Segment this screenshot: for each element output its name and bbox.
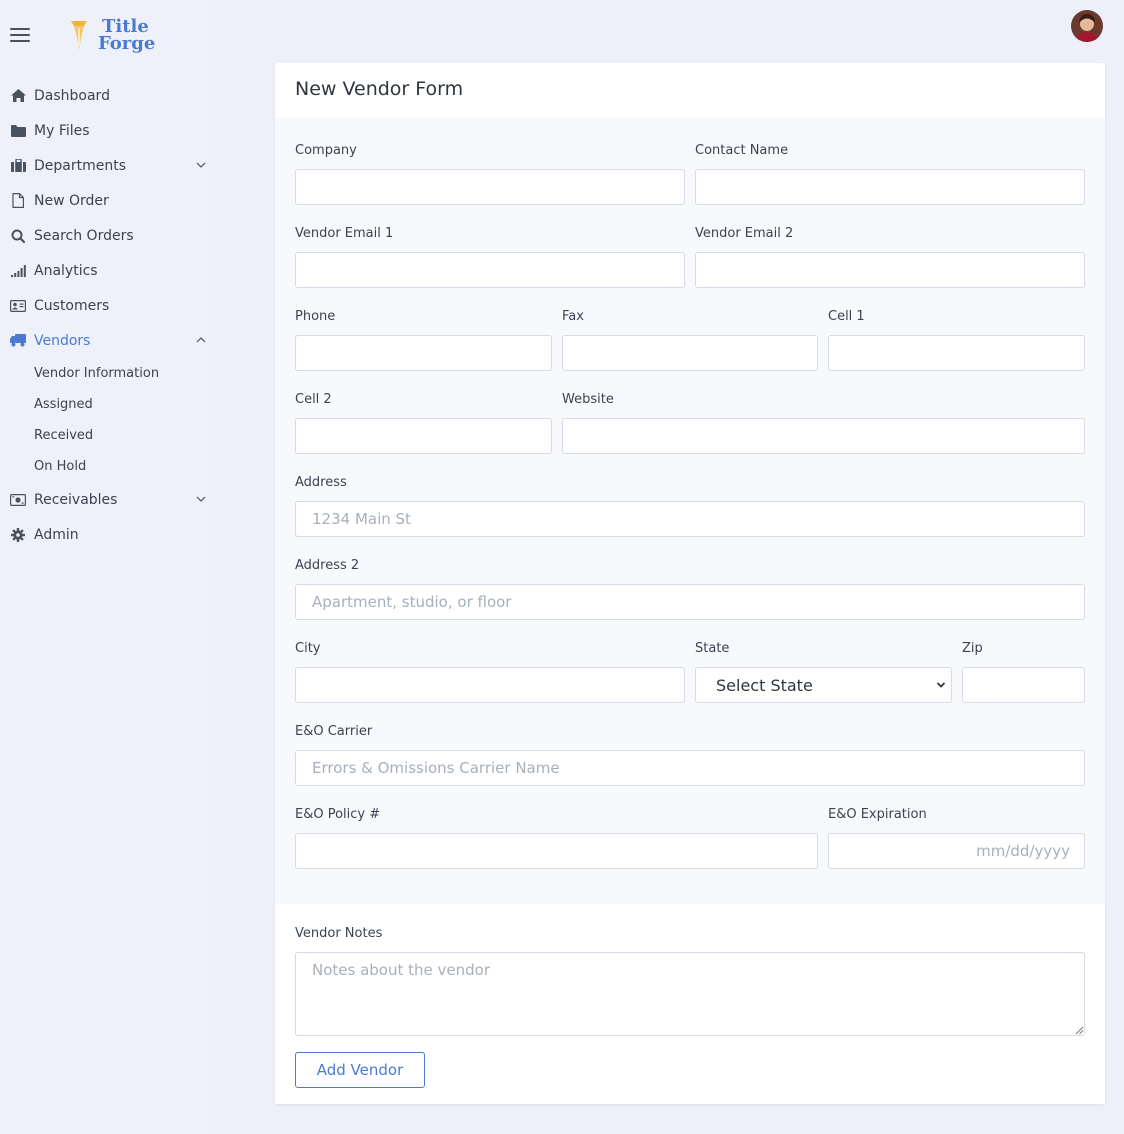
sidebar-item-label: Receivables — [34, 491, 118, 508]
company-input[interactable] — [295, 169, 685, 205]
sidebar-nav: Dashboard My Files Departments New Order — [0, 78, 212, 552]
zip-input[interactable] — [962, 667, 1085, 703]
sidebar-item-receivables[interactable]: Receivables — [0, 482, 212, 517]
vendor-notes-textarea[interactable] — [295, 952, 1085, 1036]
chevron-up-icon — [196, 337, 206, 343]
signal-icon — [10, 263, 26, 279]
sidebar-item-label: Customers — [34, 297, 110, 314]
vendor-notes-label: Vendor Notes — [295, 926, 383, 941]
website-label: Website — [562, 392, 614, 407]
sidebar-item-label: Analytics — [34, 262, 98, 279]
phone-input[interactable] — [295, 335, 552, 371]
money-icon — [10, 492, 26, 508]
sidebar-item-label: Search Orders — [34, 227, 134, 244]
state-label: State — [695, 641, 730, 656]
sidebar-item-label: My Files — [34, 122, 90, 139]
submenu-item-on-hold[interactable]: On Hold — [0, 451, 212, 482]
cell-1-label: Cell 1 — [828, 309, 865, 324]
state-select[interactable]: Select State — [695, 667, 952, 703]
search-icon — [10, 228, 26, 244]
company-label: Company — [295, 143, 357, 158]
address-2-label: Address 2 — [295, 558, 360, 573]
eo-carrier-input[interactable] — [295, 750, 1085, 786]
submenu-item-assigned[interactable]: Assigned — [0, 389, 212, 420]
cell-1-input[interactable] — [828, 335, 1085, 371]
eo-carrier-label: E&O Carrier — [295, 724, 373, 739]
sidebar-item-dashboard[interactable]: Dashboard — [0, 78, 212, 113]
sidebar-item-my-files[interactable]: My Files — [0, 113, 212, 148]
fax-label: Fax — [562, 309, 584, 324]
sidebar-item-label: Departments — [34, 157, 127, 174]
brand-line-2: Forge — [98, 33, 156, 54]
submenu-item-vendor-information[interactable]: Vendor Information — [0, 358, 212, 389]
eo-expiration-date-input[interactable] — [828, 833, 1085, 869]
contact-name-input[interactable] — [695, 169, 1085, 205]
city-label: City — [295, 641, 321, 656]
eo-policy-input[interactable] — [295, 833, 818, 869]
address-input[interactable] — [295, 501, 1085, 537]
chevron-down-icon — [196, 496, 206, 502]
eo-policy-label: E&O Policy # — [295, 807, 381, 822]
vendor-email-1-input[interactable] — [295, 252, 685, 288]
sidebar-item-vendors[interactable]: Vendors — [0, 323, 212, 358]
form-footer: Vendor Notes Add Vendor — [275, 904, 1105, 1104]
sidebar-item-label: New Order — [34, 192, 109, 209]
sidebar-item-label: Vendors — [34, 332, 91, 349]
file-icon — [10, 193, 26, 209]
sidebar: Title Forge Dashboard My Files Departmen… — [0, 0, 212, 1134]
sidebar-item-label: Admin — [34, 526, 79, 543]
sidebar-item-customers[interactable]: Customers — [0, 288, 212, 323]
contact-name-label: Contact Name — [695, 143, 789, 158]
form-title: New Vendor Form — [295, 78, 464, 100]
truck-icon — [10, 333, 26, 349]
logo[interactable]: Title Forge — [68, 16, 155, 54]
cell-2-input[interactable] — [295, 418, 552, 454]
sidebar-item-analytics[interactable]: Analytics — [0, 253, 212, 288]
sidebar-item-search-orders[interactable]: Search Orders — [0, 218, 212, 253]
add-vendor-button[interactable]: Add Vendor — [295, 1052, 425, 1088]
chevron-down-icon — [936, 682, 946, 688]
fountain-pen-icon — [71, 21, 87, 50]
cell-2-label: Cell 2 — [295, 392, 332, 407]
briefcase-icon — [10, 158, 26, 174]
city-input[interactable] — [295, 667, 685, 703]
gear-icon — [10, 527, 26, 543]
folder-icon — [10, 123, 26, 139]
address-label: Address — [295, 475, 347, 490]
state-select-value: Select State — [716, 675, 813, 695]
zip-label: Zip — [962, 641, 983, 656]
sidebar-item-new-order[interactable]: New Order — [0, 183, 212, 218]
new-vendor-form-card: New Vendor Form Company Contact Name Ven… — [275, 63, 1105, 1104]
vendor-email-2-input[interactable] — [695, 252, 1085, 288]
sidebar-item-admin[interactable]: Admin — [0, 517, 212, 552]
vendor-email-1-label: Vendor Email 1 — [295, 226, 394, 241]
hamburger-menu-icon[interactable] — [10, 28, 30, 42]
fax-input[interactable] — [562, 335, 818, 371]
address-2-input[interactable] — [295, 584, 1085, 620]
id-card-icon — [10, 298, 26, 314]
sidebar-item-departments[interactable]: Departments — [0, 148, 212, 183]
website-input[interactable] — [562, 418, 1085, 454]
home-icon — [10, 88, 26, 104]
user-avatar[interactable] — [1071, 10, 1103, 42]
sidebar-item-label: Dashboard — [34, 87, 110, 104]
eo-expiration-label: E&O Expiration — [828, 807, 927, 822]
submenu-item-received[interactable]: Received — [0, 420, 212, 451]
chevron-down-icon — [196, 162, 206, 168]
phone-label: Phone — [295, 309, 336, 324]
vendor-email-2-label: Vendor Email 2 — [695, 226, 794, 241]
resize-grip-icon[interactable] — [1075, 1026, 1084, 1035]
vendors-submenu: Vendor Information Assigned Received On … — [0, 358, 212, 482]
form-body: Company Contact Name Vendor Email 1 Vend… — [275, 118, 1105, 904]
